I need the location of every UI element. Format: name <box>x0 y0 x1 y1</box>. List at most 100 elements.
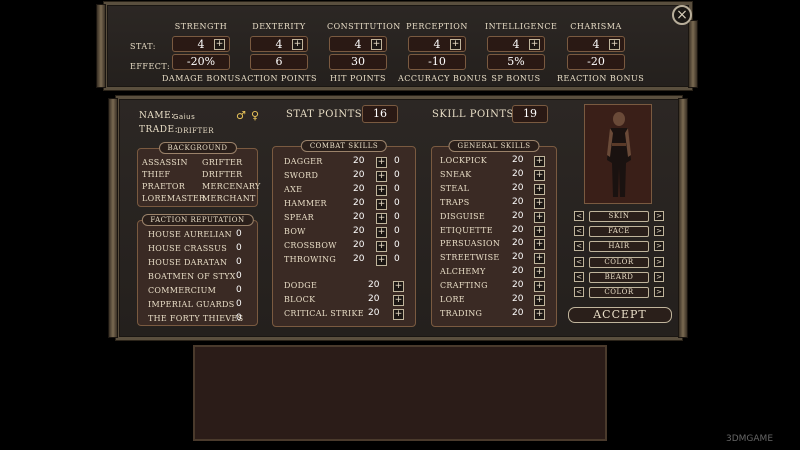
faction-name-5: IMPERIAL GUARDS <box>148 300 235 309</box>
faction-value-0: 0 <box>236 229 242 239</box>
defense-skill-value-1: 20 <box>368 294 380 304</box>
general-skill-plus-icon-0[interactable]: + <box>534 156 545 167</box>
customize-next-icon-2[interactable]: > <box>654 241 664 252</box>
general-skill-value-7: 20 <box>512 252 524 263</box>
customize-next-icon-4[interactable]: > <box>654 271 664 282</box>
faction-name-6: THE FORTY THIEVES <box>148 314 244 323</box>
stat-plus-icon-1[interactable]: + <box>292 39 303 50</box>
combat-skill-value-2: 20 <box>353 184 365 194</box>
customize-next-icon-5[interactable]: > <box>654 287 664 297</box>
defense-skill-plus-icon-0[interactable]: + <box>393 281 404 292</box>
stat-plus-icon-0[interactable]: + <box>214 39 225 50</box>
pillar-right-main <box>678 98 688 338</box>
customize-prev-icon-5[interactable]: < <box>574 287 584 297</box>
customize-next-icon-3[interactable]: > <box>654 256 664 267</box>
customize-color-3[interactable]: COLOR <box>589 256 649 268</box>
combat-skill-plus-icon-2[interactable]: + <box>376 185 387 196</box>
stat-value-box-5: 4 + <box>567 36 625 52</box>
accept-button[interactable]: ACCEPT <box>568 307 672 323</box>
faction-name-1: HOUSE CRASSUS <box>148 244 228 253</box>
general-skill-plus-icon-8[interactable]: + <box>534 267 545 279</box>
general-skill-plus-icon-3[interactable]: + <box>534 197 545 209</box>
combat-skill-name-2: AXE <box>284 185 303 194</box>
customize-skin-0[interactable]: SKIN <box>589 211 649 222</box>
general-skill-plus-icon-4[interactable]: + <box>534 211 545 223</box>
background-item-7[interactable]: MERCHANT <box>202 194 256 203</box>
general-skill-name-3: TRAPS <box>440 197 470 207</box>
combat-title: COMBAT SKILLS <box>300 140 388 152</box>
general-skill-plus-icon-9[interactable]: + <box>534 281 545 293</box>
general-skill-plus-icon-5[interactable]: + <box>534 225 545 237</box>
customize-prev-icon-3[interactable]: < <box>574 256 584 267</box>
general-skill-value-0: 20 <box>512 155 524 165</box>
combat-skill-plus-icon-4[interactable]: + <box>376 213 387 224</box>
stat-name-2: CONSTITUTION <box>327 22 401 31</box>
stat-name-5: CHARISMA <box>570 22 622 31</box>
close-button[interactable]: × <box>672 5 692 25</box>
general-skill-plus-icon-1[interactable]: + <box>534 169 545 181</box>
stat-value-2: 4 <box>354 38 362 51</box>
defense-skill-plus-icon-1[interactable]: + <box>393 295 404 306</box>
general-skill-plus-icon-10[interactable]: + <box>534 295 545 306</box>
stat-points-label: STAT POINTS: <box>286 109 367 120</box>
male-icon[interactable]: ♂ <box>236 109 246 122</box>
character-figure-icon <box>607 112 631 197</box>
customize-next-icon-1[interactable]: > <box>654 226 664 237</box>
background-item-4[interactable]: PRAETOR <box>142 182 185 191</box>
combat-skill-value-6: 20 <box>353 240 365 250</box>
customize-color-5[interactable]: COLOR <box>589 287 649 298</box>
background-item-1[interactable]: GRIFTER <box>202 158 242 167</box>
customize-prev-icon-0[interactable]: < <box>574 211 584 221</box>
general-skill-plus-icon-6[interactable]: + <box>534 239 545 251</box>
customize-next-icon-0[interactable]: > <box>654 211 664 221</box>
stat-plus-icon-5[interactable]: + <box>609 39 620 50</box>
combat-skill-bonus-1: 0 <box>394 170 400 180</box>
background-item-3[interactable]: DRIFTER <box>202 170 242 179</box>
stat-value-0: 4 <box>197 38 205 51</box>
background-item-0[interactable]: ASSASSIN <box>142 158 188 167</box>
general-skill-plus-icon-11[interactable]: + <box>534 308 545 320</box>
pillar-right-top <box>688 20 698 88</box>
stat-effect-0: -20% <box>172 54 230 70</box>
defense-skill-name-0: DODGE <box>284 281 318 290</box>
background-item-2[interactable]: THIEF <box>142 170 170 179</box>
combat-skill-plus-icon-0[interactable]: + <box>376 157 387 168</box>
general-skill-plus-icon-2[interactable]: + <box>534 183 545 195</box>
female-icon[interactable]: ♀ <box>251 109 260 122</box>
combat-skill-plus-icon-1[interactable]: + <box>376 171 387 182</box>
stat-name-4: INTELLIGENCE <box>485 22 558 31</box>
combat-skill-plus-icon-7[interactable]: + <box>376 255 387 266</box>
customize-face-1[interactable]: FACE <box>589 226 649 238</box>
general-skill-name-10: LORE <box>440 295 465 304</box>
stat-name-1: DEXTERITY <box>252 22 306 31</box>
general-skill-plus-icon-7[interactable]: + <box>534 253 545 265</box>
description-panel <box>193 345 607 441</box>
pillar-left-top <box>96 4 106 88</box>
customize-prev-icon-4[interactable]: < <box>574 271 584 282</box>
general-skill-value-10: 20 <box>512 294 524 304</box>
combat-skill-plus-icon-6[interactable]: + <box>376 241 387 252</box>
customize-hair-2[interactable]: HAIR <box>589 241 649 253</box>
combat-skill-plus-icon-5[interactable]: + <box>376 227 387 238</box>
faction-value-4: 0 <box>236 285 242 295</box>
stat-plus-icon-3[interactable]: + <box>450 39 461 50</box>
faction-value-1: 0 <box>236 243 242 253</box>
combat-skill-plus-icon-3[interactable]: + <box>376 199 387 210</box>
stat-value-box-1: 4 + <box>250 36 308 52</box>
customize-beard-4[interactable]: BEARD <box>589 271 649 283</box>
name-value[interactable]: Gaius <box>173 113 195 121</box>
customize-prev-icon-1[interactable]: < <box>574 226 584 237</box>
background-item-6[interactable]: LOREMASTER <box>142 194 205 203</box>
stat-effect-5: -20 <box>567 54 625 70</box>
combat-skill-bonus-7: 0 <box>394 254 400 264</box>
defense-skill-name-2: CRITICAL STRIKE <box>284 309 364 318</box>
combat-skill-bonus-0: 0 <box>394 156 400 166</box>
background-item-5[interactable]: MERCENARY <box>202 182 261 191</box>
combat-skill-bonus-3: 0 <box>394 198 400 208</box>
defense-skill-plus-icon-2[interactable]: + <box>393 309 404 320</box>
effect-row-label: EFFECT: <box>130 62 171 71</box>
combat-skill-name-1: SWORD <box>284 171 319 180</box>
stat-plus-icon-2[interactable]: + <box>371 39 382 50</box>
stat-plus-icon-4[interactable]: + <box>529 39 540 50</box>
customize-prev-icon-2[interactable]: < <box>574 241 584 252</box>
